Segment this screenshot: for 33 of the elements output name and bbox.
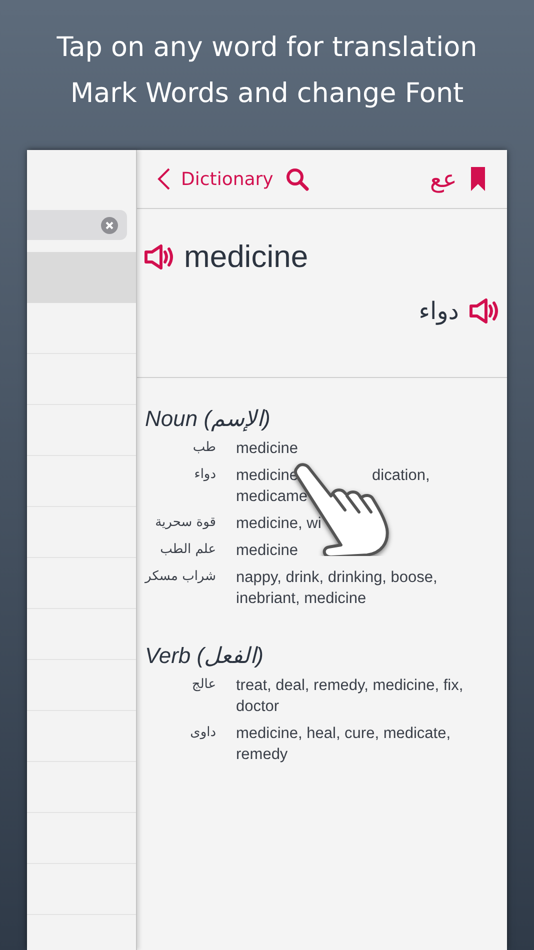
list-row[interactable]	[27, 252, 136, 303]
speaker-icon[interactable]	[144, 244, 174, 270]
translation-text: medicine, heal, cure, medicate,	[236, 724, 451, 744]
headline: Tap on any word for translation	[56, 31, 478, 65]
arabic-term: عالج	[190, 676, 216, 694]
arabic-term: شراب مسكر	[145, 568, 216, 586]
arabic-term: علم الطب	[159, 541, 216, 559]
translation-text: nappy, drink, drinking, boose,	[236, 568, 438, 588]
translation-text: medicine	[236, 439, 298, 459]
translation: دواء	[418, 297, 459, 325]
translation-text: medicame	[236, 487, 308, 507]
search-field[interactable]	[27, 210, 127, 240]
speaker-icon[interactable]	[469, 298, 499, 324]
headword: medicine	[184, 239, 308, 275]
font-button[interactable]: عع	[430, 165, 457, 193]
translation-text: medicine, wi	[236, 514, 322, 534]
translation-text: remedy	[236, 745, 288, 765]
translation-text: inebriant, medicine	[236, 589, 366, 609]
chevron-icon	[157, 167, 171, 191]
headline: Mark Words and change Font	[70, 77, 464, 111]
translation-text: medicine	[236, 466, 298, 486]
arabic-term: قوة سحرية	[154, 514, 216, 532]
arabic-term: طب	[192, 439, 216, 457]
back-button[interactable]: Dictionary	[157, 167, 274, 191]
translation-text: treat, deal, remedy, medicine, fix,	[236, 676, 464, 696]
translation-text: doctor	[236, 697, 280, 717]
search-icon[interactable]	[285, 167, 310, 191]
bookmark-icon[interactable]	[471, 167, 485, 191]
arabic-term: دواء	[193, 466, 216, 484]
arabic-term: داوى	[189, 724, 216, 742]
translation-text: medicine	[236, 541, 298, 561]
clear-icon[interactable]	[101, 216, 118, 234]
translation-text: dication,	[372, 466, 430, 486]
